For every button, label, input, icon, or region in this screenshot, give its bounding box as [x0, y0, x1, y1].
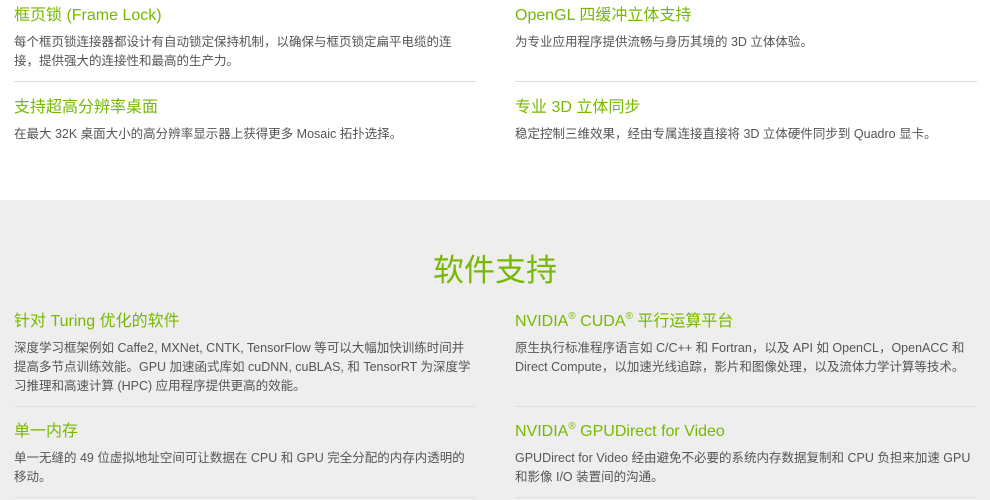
- feature-description: 深度学习框架例如 Caffe2, MXNet, CNTK, TensorFlow…: [14, 341, 471, 393]
- registered-mark: ®: [625, 311, 633, 322]
- title-suffix: 平行运算平台: [632, 313, 734, 330]
- feature-divider: [515, 406, 977, 407]
- title-product: CUDA: [575, 313, 626, 330]
- feature-description: GPUDirect for Video 经由避免不必要的系统内存数据复制和 CP…: [515, 451, 971, 484]
- feature-title: 专业 3D 立体同步: [515, 99, 641, 116]
- feature-description: 每个框页锁连接器都设计有自动锁定保持机制，以确保与框页锁定扁平电缆的连接，提供强…: [14, 35, 452, 68]
- feature-divider: [515, 81, 977, 82]
- feature-title: NVIDIA® GPUDirect for Video: [515, 422, 977, 442]
- title-brand: NVIDIA: [515, 423, 569, 440]
- registered-mark: ®: [568, 311, 576, 322]
- feature-high-res-desktop: 支持超高分辨率桌面 在最大 32K 桌面大小的高分辨率显示器上获得更多 Mosa…: [14, 98, 476, 144]
- feature-title: NVIDIA® CUDA® 平行运算平台: [515, 312, 977, 332]
- feature-description: 原生执行标准程序语言如 C/C++ 和 Fortran，以及 API 如 Ope…: [515, 341, 965, 374]
- feature-description: 单一无缝的 49 位虚拟地址空间可让数据在 CPU 和 GPU 完全分配的内存内…: [14, 451, 465, 484]
- software-support-section: 软件支持 针对 Turing 优化的软件 深度学习框架例如 Caffe2, MX…: [0, 200, 990, 500]
- feature-title: OpenGL 四缓冲立体支持: [515, 7, 692, 24]
- feature-title: 框页锁 (Frame Lock): [14, 7, 162, 24]
- feature-turing-software: 针对 Turing 优化的软件 深度学习框架例如 Caffe2, MXNet, …: [14, 312, 476, 396]
- hardware-features-section: 框页锁 (Frame Lock) 每个框页锁连接器都设计有自动锁定保持机制，以确…: [0, 0, 990, 200]
- feature-description: 为专业应用程序提供流畅与身历其境的 3D 立体体验。: [515, 35, 813, 49]
- section-title: 软件支持: [433, 253, 557, 288]
- feature-title: 单一内存: [14, 423, 79, 440]
- feature-opengl-quad-buffer: OpenGL 四缓冲立体支持 为专业应用程序提供流畅与身历其境的 3D 立体体验…: [515, 6, 977, 52]
- feature-3d-stereo-sync: 专业 3D 立体同步 稳定控制三维效果，经由专属连接直接将 3D 立体硬件同步到…: [515, 98, 977, 144]
- feature-unified-memory: 单一内存 单一无缝的 49 位虚拟地址空间可让数据在 CPU 和 GPU 完全分…: [14, 422, 476, 487]
- registered-mark: ®: [568, 421, 576, 432]
- feature-divider: [14, 497, 476, 498]
- feature-divider: [14, 406, 476, 407]
- title-suffix: GPUDirect for Video: [575, 423, 725, 440]
- feature-title: 支持超高分辨率桌面: [14, 99, 159, 116]
- feature-frame-lock: 框页锁 (Frame Lock) 每个框页锁连接器都设计有自动锁定保持机制，以确…: [14, 6, 476, 71]
- feature-description: 在最大 32K 桌面大小的高分辨率显示器上获得更多 Mosaic 拓扑选择。: [14, 127, 403, 141]
- feature-title: 针对 Turing 优化的软件: [14, 313, 180, 330]
- feature-divider: [14, 81, 476, 82]
- feature-cuda-platform: NVIDIA® CUDA® 平行运算平台 原生执行标准程序语言如 C/C++ 和…: [515, 312, 977, 377]
- feature-divider: [515, 497, 977, 498]
- feature-description: 稳定控制三维效果，经由专属连接直接将 3D 立体硬件同步到 Quadro 显卡。: [515, 127, 937, 141]
- feature-gpudirect-video: NVIDIA® GPUDirect for Video GPUDirect fo…: [515, 422, 977, 487]
- title-brand: NVIDIA: [515, 313, 569, 330]
